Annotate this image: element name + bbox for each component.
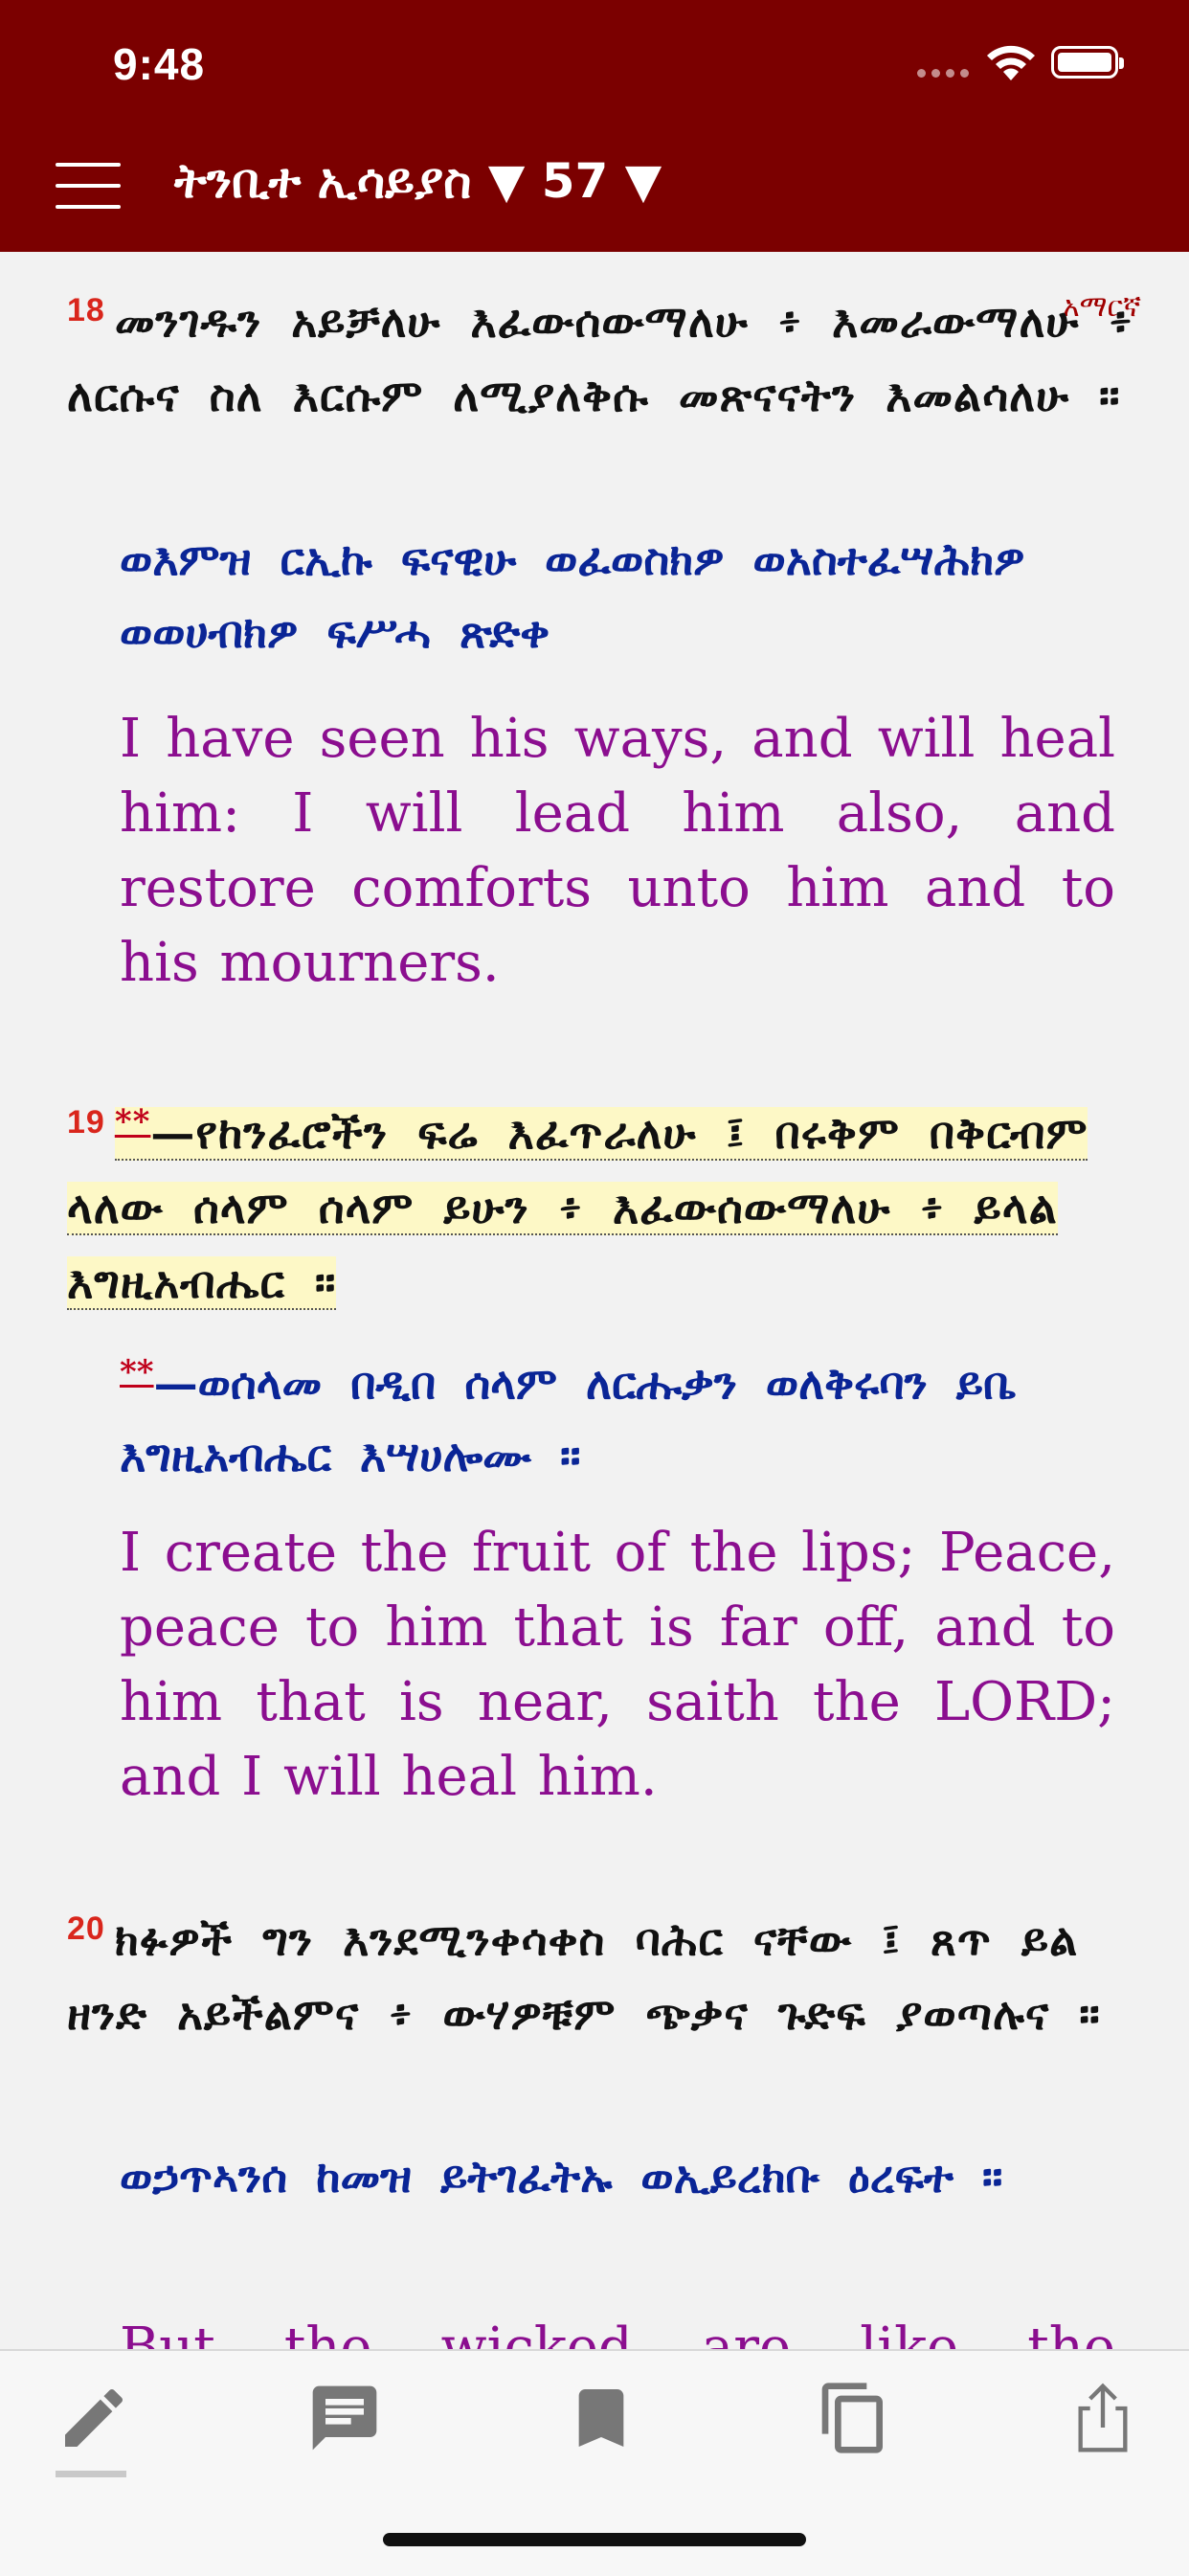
amharic-verse-text: መንገዱን አይቻለሁ እፈውሰውማለሁ ፥ እመራውማለሁ ፥ ለርሱና ስለ… <box>67 295 1133 422</box>
english-text: I have seen his ways, and will heal him:… <box>120 708 1115 994</box>
footnote-marker[interactable]: ** <box>115 1103 151 1141</box>
active-tab-indicator <box>56 2471 126 2477</box>
amharic-text: 19 **—የከንፈሮችን ፍሬ እፈጥራለሁ ፤ በሩቅም በቅርብም ላለው … <box>67 1085 1149 1320</box>
geez-verse-text: —ወሰላመ በዲበ ሰላም ለርሑቃን ወለቅሩባን ይቤ እግዚአብሔር እሣ… <box>120 1357 1017 1482</box>
cellular-signal-icon <box>917 69 969 78</box>
english-text: I create the fruit of the lips; Peace, p… <box>120 1522 1115 1808</box>
scripture-content[interactable]: አማርኛ 18 መንገዱን አይቻለሁ እፈውሰውማለሁ ፥ እመራውማለሁ ፥ … <box>0 252 1189 2349</box>
comment-icon <box>312 2385 377 2451</box>
geez-text: **—ወሰላመ በዲበ ሰላም ለርሑቃን ወለቅሩባን ይቤ እግዚአብሔር … <box>120 1336 1077 1492</box>
battery-icon <box>1051 46 1124 79</box>
verse-number: 20 <box>67 1910 105 1947</box>
english-text: But the wicked are like the troubled <box>120 2316 1115 2349</box>
verse-19[interactable]: 19 **—የከንፈሮችን ፍሬ እፈጥራለሁ ፤ በሩቅም በቅርብም ላለው … <box>67 1085 1149 1320</box>
app-header: 9:48 ትንቢተ ኢሳይያስ ▼ 57 ▼ <box>0 0 1189 252</box>
share-button[interactable] <box>1065 2380 1151 2466</box>
verse-20[interactable]: 20 ክፉዎች ግን እንደሚንቀሳቀስ ባሕር ናቸው ፤ ጸጥ ይል ዘንድ … <box>67 1891 1149 2051</box>
edit-button[interactable] <box>56 2380 142 2466</box>
verse-18[interactable]: 18 መንገዱን አይቻለሁ እፈውሰውማለሁ ፥ እመራውማለሁ ፥ ለርሱና … <box>67 273 1149 433</box>
status-time: 9:48 <box>113 39 206 89</box>
bookmark-button[interactable] <box>563 2380 649 2466</box>
wifi-icon <box>984 42 1038 86</box>
amharic-text: 18 መንገዱን አይቻለሁ እፈውሰውማለሁ ፥ እመራውማለሁ ፥ ለርሱና … <box>67 273 1149 433</box>
share-icon <box>1078 2383 1128 2452</box>
geez-text: ወኃጥኣንሰ ከመዝ ይትገፈትኡ ወኢይረክቡ ዕረፍተ ። <box>120 2151 1003 2203</box>
home-indicator[interactable] <box>383 2533 806 2546</box>
verse-number: 19 <box>67 1104 105 1141</box>
book-chapter-selector[interactable]: ትንቢተ ኢሳይያስ ▼ 57 ▼ <box>174 153 662 210</box>
bookmark-icon <box>578 2389 624 2447</box>
comment-button[interactable] <box>306 2380 393 2466</box>
verse-number: 18 <box>67 292 105 328</box>
edit-icon <box>65 2388 123 2447</box>
highlighted-verse: **—የከንፈሮችን ፍሬ እፈጥራለሁ ፤ በሩቅም በቅርብም ላለው ሰላ… <box>67 1103 1088 1311</box>
amharic-verse-text: —የከንፈሮችን ፍሬ እፈጥራለሁ ፤ በሩቅም በቅርብም ላለው ሰላም … <box>67 1107 1088 1309</box>
copy-button[interactable] <box>816 2380 902 2466</box>
amharic-verse-text: ክፉዎች ግን እንደሚንቀሳቀስ ባሕር ናቸው ፤ ጸጥ ይል ዘንድ አይ… <box>67 1913 1101 2041</box>
footnote-marker[interactable]: ** <box>120 1353 154 1391</box>
geez-text: ወእምዝ ርኢኩ ፍናዊሁ ወፈወስክዎ ወአስተፈሣሕክዎ ወወሀብክዎ ፍሥ… <box>120 533 1025 658</box>
amharic-text: 20 ክፉዎች ግን እንደሚንቀሳቀስ ባሕር ናቸው ፤ ጸጥ ይል ዘንድ … <box>67 1891 1149 2051</box>
copy-icon <box>821 2383 883 2453</box>
menu-button[interactable] <box>56 163 121 211</box>
